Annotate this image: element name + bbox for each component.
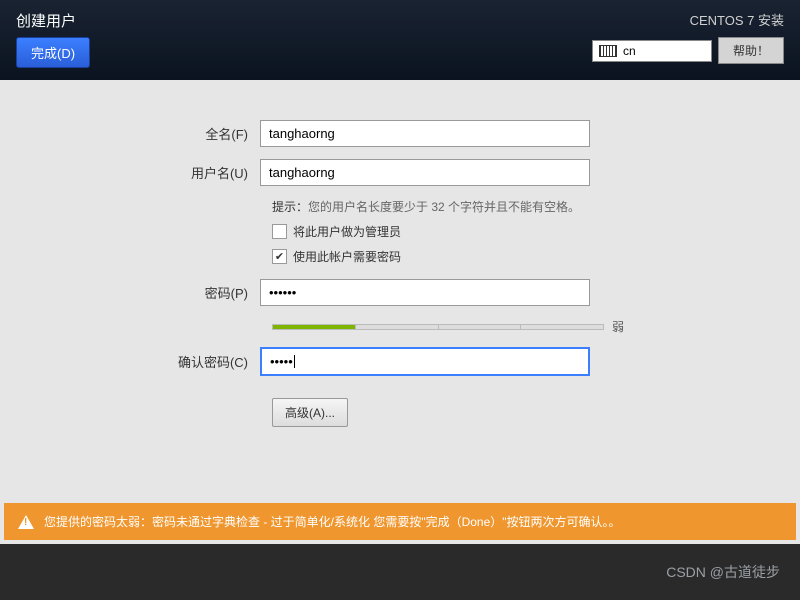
password-row: 密码(P) xyxy=(40,279,740,306)
confirm-password-row: 确认密码(C) ••••• xyxy=(40,347,740,376)
require-password-label: 使用此帐户需要密码 xyxy=(293,248,401,265)
watermark: CSDN @古道徒步 xyxy=(666,562,780,582)
password-input[interactable] xyxy=(260,279,590,306)
confirm-password-label: 确认密码(C) xyxy=(40,352,260,371)
hint-text: 您的用户名长度要少于 32 个字符并且不能有空格。 xyxy=(308,200,580,214)
username-label: 用户名(U) xyxy=(40,163,260,182)
done-button[interactable]: 完成(D) xyxy=(16,37,90,68)
username-input[interactable] xyxy=(260,159,590,186)
strength-seg-4 xyxy=(521,325,603,329)
hint-prefix: 提示： xyxy=(272,200,308,214)
username-hint: 提示：您的用户名长度要少于 32 个字符并且不能有空格。 xyxy=(272,198,740,215)
strength-seg-3 xyxy=(439,325,522,329)
keyboard-icon xyxy=(599,45,617,57)
require-password-checkbox[interactable] xyxy=(272,249,287,264)
warning-icon xyxy=(18,515,34,529)
fullname-label: 全名(F) xyxy=(40,124,260,143)
keyboard-layout-selector[interactable]: cn xyxy=(592,40,712,62)
username-row: 用户名(U) xyxy=(40,159,740,186)
help-button[interactable]: 帮助！ xyxy=(718,37,784,64)
warning-text: 您提供的密码太弱：密码未通过字典检查 - 过于简单化/系统化 您需要按"完成（D… xyxy=(44,513,621,530)
header-right: CENTOS 7 安装 cn 帮助！ xyxy=(592,10,784,64)
header-controls: cn 帮助！ xyxy=(592,37,784,64)
password-strength-bar xyxy=(272,324,604,330)
fullname-row: 全名(F) xyxy=(40,120,740,147)
strength-seg-2 xyxy=(356,325,439,329)
make-admin-row: 将此用户做为管理员 xyxy=(272,223,740,240)
install-title: CENTOS 7 安装 xyxy=(690,10,784,29)
keyboard-layout-label: cn xyxy=(623,44,636,58)
strength-text: 弱 xyxy=(612,318,624,335)
form-area: 全名(F) 用户名(U) 提示：您的用户名长度要少于 32 个字符并且不能有空格… xyxy=(0,80,800,447)
warning-bar: 您提供的密码太弱：密码未通过字典检查 - 过于简单化/系统化 您需要按"完成（D… xyxy=(4,503,796,540)
make-admin-label: 将此用户做为管理员 xyxy=(293,223,401,240)
confirm-password-input[interactable]: ••••• xyxy=(260,347,590,376)
make-admin-checkbox[interactable] xyxy=(272,224,287,239)
confirm-password-value: ••••• xyxy=(270,354,293,369)
advanced-button[interactable]: 高级(A)... xyxy=(272,398,348,427)
password-strength-row: 弱 xyxy=(272,318,624,335)
require-password-row: 使用此帐户需要密码 xyxy=(272,248,740,265)
header-bar: 创建用户 完成(D) CENTOS 7 安装 cn 帮助！ xyxy=(0,0,800,80)
strength-seg-1 xyxy=(273,325,356,329)
password-label: 密码(P) xyxy=(40,283,260,302)
page-title: 创建用户 xyxy=(16,10,90,31)
fullname-input[interactable] xyxy=(260,120,590,147)
text-cursor xyxy=(294,355,295,368)
header-left: 创建用户 完成(D) xyxy=(16,10,90,68)
